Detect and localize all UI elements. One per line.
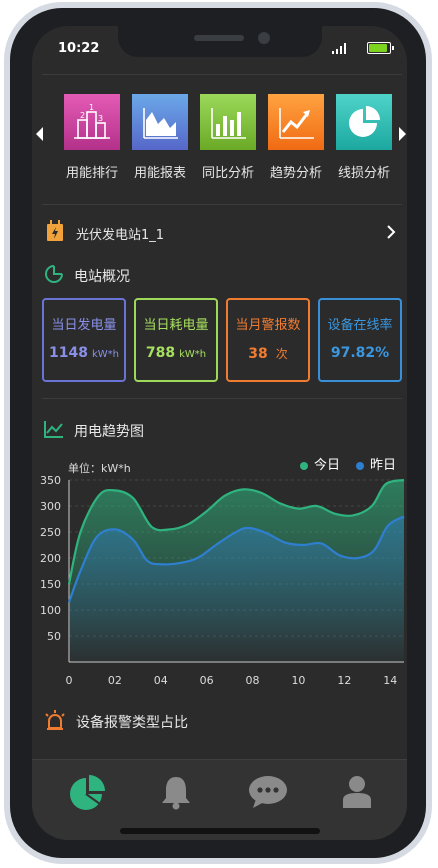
legend-item-yesterday[interactable]: 昨日 bbox=[356, 454, 396, 473]
y-tick-label: 200 bbox=[40, 552, 61, 565]
menu-item-energy-ranking[interactable]: 213 用能排行 bbox=[58, 94, 126, 181]
ranking-chart-icon: 213 bbox=[64, 94, 120, 150]
app-screen: 10:22 213 用能排行 用能报表 同比分析 趋势分析 线损分析 光伏发电站… bbox=[32, 26, 407, 840]
y-tick-label: 300 bbox=[40, 500, 61, 513]
pie-outline-icon bbox=[44, 264, 64, 288]
station-name: 光伏发电站1_1 bbox=[76, 227, 165, 243]
y-tick-label: 350 bbox=[40, 474, 61, 487]
stat-card-monthly-alarms[interactable]: 当月警报数 38 次 bbox=[226, 298, 310, 382]
power-station-icon bbox=[46, 220, 64, 246]
legend-item-today[interactable]: 今日 bbox=[300, 454, 340, 473]
stat-card-online-rate[interactable]: 设备在线率 97.82% bbox=[318, 298, 402, 382]
chevron-right-icon bbox=[386, 224, 396, 244]
menu-item-trend-analysis[interactable]: 趋势分析 bbox=[262, 94, 330, 181]
svg-text:2: 2 bbox=[80, 111, 85, 120]
stat-value: 788 kW*h bbox=[145, 345, 207, 361]
alarm-section-title: 设备报警类型占比 bbox=[44, 710, 188, 734]
x-tick-label: 10 bbox=[291, 674, 305, 687]
section-title-text: 电站概况 bbox=[74, 269, 130, 285]
menu-item-energy-report[interactable]: 用能报表 bbox=[126, 94, 194, 181]
tab-dashboard[interactable] bbox=[68, 774, 108, 814]
trend-chart: 50 100 150 200 250 300 350 0 02 04 06 08 10 12 14 bbox=[40, 474, 405, 687]
speaker bbox=[194, 35, 244, 41]
user-icon bbox=[341, 775, 373, 813]
stat-label: 当月警报数 bbox=[235, 318, 301, 333]
x-tick-label: 04 bbox=[154, 674, 168, 687]
pie-chart-tab-icon bbox=[70, 774, 106, 814]
camera bbox=[258, 32, 270, 44]
x-tick-label: 0 bbox=[66, 674, 73, 687]
y-tick-label: 100 bbox=[40, 604, 61, 617]
scroll-left-arrow[interactable] bbox=[36, 127, 43, 141]
stat-value: 97.82% bbox=[330, 345, 390, 361]
pie-chart-icon bbox=[336, 94, 392, 150]
stat-label: 当日发电量 bbox=[51, 318, 117, 333]
divider bbox=[42, 398, 402, 399]
x-tick-label: 12 bbox=[337, 674, 351, 687]
svg-text:1: 1 bbox=[89, 103, 94, 112]
y-tick-label: 150 bbox=[40, 578, 61, 591]
x-tick-label: 08 bbox=[246, 674, 260, 687]
menu-label: 趋势分析 bbox=[269, 166, 322, 181]
x-tick-label: 06 bbox=[200, 674, 214, 687]
divider bbox=[42, 74, 402, 75]
svg-text:3: 3 bbox=[98, 114, 103, 123]
chart-legend: 今日 昨日 bbox=[300, 454, 396, 473]
scroll-right-arrow[interactable] bbox=[399, 127, 406, 141]
area-chart-icon bbox=[132, 94, 188, 150]
status-time: 10:22 bbox=[58, 41, 100, 56]
menu-label: 线损分析 bbox=[337, 166, 390, 181]
section-title-text: 用电趋势图 bbox=[74, 424, 144, 440]
menu-item-yoy-analysis[interactable]: 同比分析 bbox=[194, 94, 262, 181]
battery-icon bbox=[367, 42, 394, 54]
x-tick-label: 14 bbox=[383, 674, 397, 687]
overview-section-title: 电站概况 bbox=[44, 264, 130, 288]
tab-messages[interactable] bbox=[248, 774, 288, 814]
line-chart-icon bbox=[44, 420, 64, 442]
tab-profile[interactable] bbox=[337, 774, 377, 814]
y-tick-label: 250 bbox=[40, 526, 61, 539]
notch bbox=[118, 26, 322, 57]
alarm-light-icon bbox=[44, 710, 66, 734]
menu-item-line-loss-analysis[interactable]: 线损分析 bbox=[330, 94, 398, 181]
section-title-text: 设备报警类型占比 bbox=[76, 715, 188, 731]
bell-icon bbox=[159, 774, 193, 814]
function-menu: 213 用能排行 用能报表 同比分析 趋势分析 线损分析 bbox=[58, 94, 398, 181]
divider bbox=[42, 204, 402, 205]
bar-chart-icon bbox=[200, 94, 256, 150]
x-tick-label: 02 bbox=[108, 674, 122, 687]
signal-icon bbox=[332, 42, 346, 54]
stat-card-daily-consumption[interactable]: 当日耗电量 788 kW*h bbox=[134, 298, 218, 382]
stat-card-daily-generation[interactable]: 当日发电量 1148 kW*h bbox=[42, 298, 126, 382]
menu-label: 用能报表 bbox=[133, 166, 186, 181]
stat-label: 当日耗电量 bbox=[143, 318, 209, 333]
menu-label: 用能排行 bbox=[65, 166, 118, 181]
tab-alerts[interactable] bbox=[156, 774, 196, 814]
stat-value: 38 次 bbox=[248, 346, 288, 362]
chat-bubble-icon bbox=[248, 775, 288, 813]
stat-value: 1148 kW*h bbox=[49, 345, 119, 361]
menu-label: 同比分析 bbox=[201, 166, 254, 181]
home-indicator bbox=[120, 828, 320, 834]
station-selector[interactable]: 光伏发电站1_1 bbox=[46, 218, 396, 248]
stat-label: 设备在线率 bbox=[327, 318, 393, 333]
y-tick-label: 50 bbox=[47, 630, 61, 643]
trend-chart-icon bbox=[268, 94, 324, 150]
trend-section-title: 用电趋势图 bbox=[44, 420, 144, 442]
